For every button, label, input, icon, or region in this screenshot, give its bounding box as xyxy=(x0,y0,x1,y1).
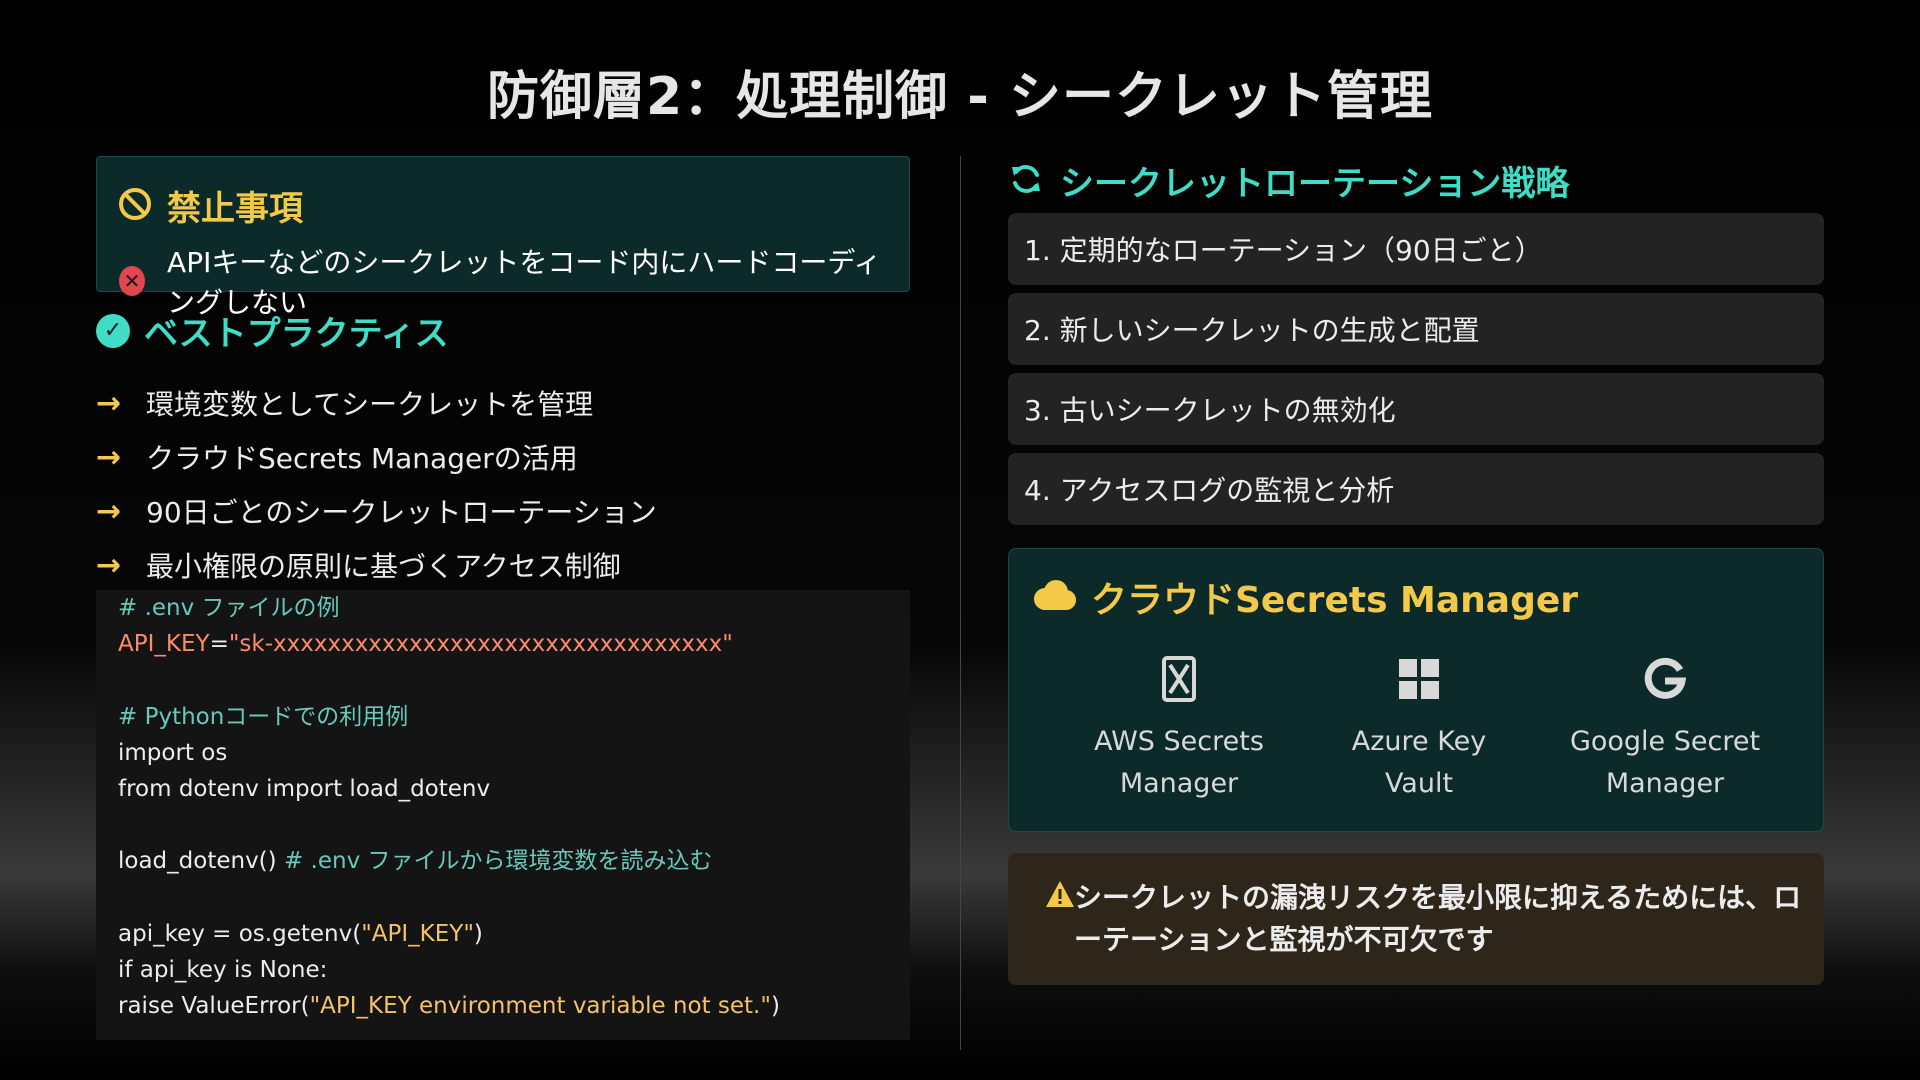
cloud-secrets-box: クラウドSecrets Manager AWS Secrets Manager … xyxy=(1008,548,1824,832)
rotation-step: 3. 古いシークレットの無効化 xyxy=(1008,373,1824,445)
provider-name-line1: AWS Secrets xyxy=(1094,726,1264,757)
code-line: raise ValueError("API_KEY environment va… xyxy=(118,988,910,1024)
list-item-text: 最小権限の原則に基づくアクセス制御 xyxy=(146,550,621,583)
prohibited-icon xyxy=(117,186,153,226)
list-item-text: 環境変数としてシークレットを管理 xyxy=(146,388,594,421)
best-practices-title: ベストプラクティス xyxy=(144,314,449,354)
code-string: "API_KEY" xyxy=(361,920,474,947)
provider-name-line1: Azure Key xyxy=(1351,726,1487,757)
best-practices-header: ✓ ベストプラクティス xyxy=(96,306,449,355)
prohibited-title: 禁止事項 xyxy=(167,189,303,229)
cloud-header: クラウドSecrets Manager xyxy=(1029,571,1578,623)
provider-azure: Azure Key Vault xyxy=(1309,649,1529,805)
page-title: 防御層2：処理制御 - シークレット管理 xyxy=(487,67,1433,127)
list-item: → 90日ごとのシークレットローテーション xyxy=(96,484,657,538)
warning-text: シークレットの漏洩リスクを最小限に抑えるためには、ローテーションと監視が不可欠で… xyxy=(1074,881,1802,956)
arrow-right-icon: → xyxy=(96,547,122,583)
prohibited-header: 禁止事項 xyxy=(117,181,303,230)
code-key: API_KEY xyxy=(118,631,210,658)
list-item-text: 90日ごとのシークレットローテーション xyxy=(146,496,657,529)
warning-icon xyxy=(1044,879,1076,913)
code-line: import os xyxy=(118,735,910,771)
provider-name-line2: Vault xyxy=(1384,768,1454,799)
list-item: → 環境変数としてシークレットを管理 xyxy=(96,376,657,430)
list-item: → クラウドSecrets Managerの活用 xyxy=(96,430,657,484)
aws-icon xyxy=(1069,649,1289,709)
rotation-list: 1. 定期的なローテーション（90日ごと） 2. 新しいシークレットの生成と配置… xyxy=(1008,213,1824,533)
code-text: ) xyxy=(473,920,483,947)
code-comment: # .env ファイルの例 xyxy=(118,595,340,621)
code-text: import os xyxy=(118,739,228,766)
google-icon xyxy=(1555,649,1775,709)
prohibited-box: 禁止事項 ✕ APIキーなどのシークレットをコード内にハードコーディングしない xyxy=(96,156,910,319)
column-divider xyxy=(960,156,961,1050)
code-text: api_key = os.getenv( xyxy=(118,920,362,947)
rotation-title: シークレットローテーション戦略 xyxy=(1060,164,1570,204)
list-item: → 最小権限の原則に基づくアクセス制御 xyxy=(96,538,657,592)
code-line: # .env ファイルの例 xyxy=(118,590,910,626)
code-block: # .env ファイルの例 API_KEY="sk-xxxxxxxxxxxxxx… xyxy=(96,590,910,1040)
code-line: # Pythonコードでの利用例 xyxy=(118,699,910,735)
cloud-icon xyxy=(1029,577,1077,617)
code-string: "API_KEY environment variable not set." xyxy=(309,993,771,1020)
provider-name-line2: Manager xyxy=(1605,768,1725,799)
rotation-step: 2. 新しいシークレットの生成と配置 xyxy=(1008,293,1824,365)
list-item-text: クラウドSecrets Managerの活用 xyxy=(146,442,578,475)
code-comment: # Pythonコードでの利用例 xyxy=(118,703,409,730)
cloud-title: クラウドSecrets Manager xyxy=(1091,580,1579,621)
code-text: if api_key is None: xyxy=(118,956,328,983)
warning-box: シークレットの漏洩リスクを最小限に抑えるためには、ローテーションと監視が不可欠で… xyxy=(1008,853,1824,985)
provider-name-line2: Manager xyxy=(1119,768,1239,799)
code-line: load_dotenv() # .env ファイルから環境変数を読み込む xyxy=(118,843,910,879)
code-operator: = xyxy=(209,631,229,658)
arrow-right-icon: → xyxy=(96,493,122,529)
code-line: from dotenv import load_dotenv xyxy=(118,771,910,807)
arrow-right-icon: → xyxy=(96,439,122,475)
rotation-header: シークレットローテーション戦略 xyxy=(1008,156,1569,205)
arrow-right-icon: → xyxy=(96,385,122,421)
code-text: raise ValueError( xyxy=(118,993,310,1020)
code-line: api_key = os.getenv("API_KEY") xyxy=(118,916,910,952)
provider-google: Google Secret Manager xyxy=(1555,649,1775,805)
best-practices-list: → 環境変数としてシークレットを管理 → クラウドSecrets Manager… xyxy=(96,376,657,592)
x-circle-icon: ✕ xyxy=(119,266,146,296)
provider-name-line1: Google Secret xyxy=(1569,726,1761,757)
windows-icon xyxy=(1309,649,1529,709)
rotation-step: 1. 定期的なローテーション（90日ごと） xyxy=(1008,213,1824,285)
provider-aws: AWS Secrets Manager xyxy=(1069,649,1289,805)
code-line: API_KEY="sk-xxxxxxxxxxxxxxxxxxxxxxxxxxxx… xyxy=(118,626,910,662)
code-text: ) xyxy=(770,993,780,1020)
code-line: if api_key is None: xyxy=(118,952,910,988)
check-circle-icon: ✓ xyxy=(96,313,130,348)
sync-icon xyxy=(1008,161,1044,201)
code-text: load_dotenv() xyxy=(118,848,284,875)
code-string: "sk-xxxxxxxxxxxxxxxxxxxxxxxxxxxxxxxxx" xyxy=(228,631,733,658)
rotation-step: 4. アクセスログの監視と分析 xyxy=(1008,453,1824,525)
code-text: from dotenv import load_dotenv xyxy=(118,775,491,802)
code-comment: # .env ファイルから環境変数を読み込む xyxy=(283,848,713,875)
